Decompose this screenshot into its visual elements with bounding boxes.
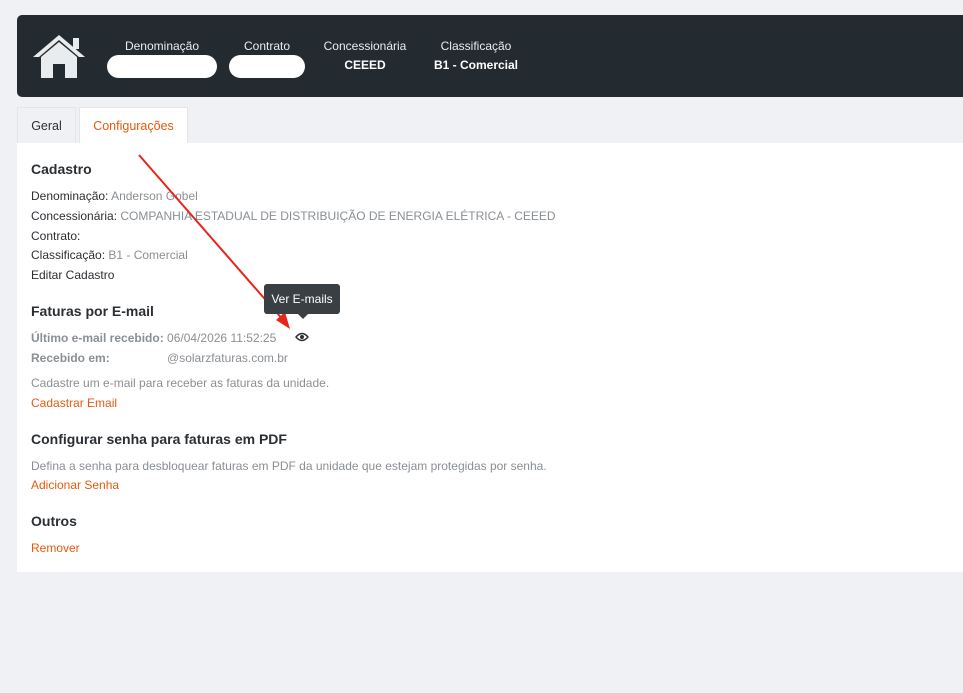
header-classificacao: Classificação B1 - Comercial [423, 39, 529, 72]
header-denominacao-label: Denominação [124, 39, 200, 53]
home-icon[interactable] [31, 33, 87, 79]
ver-emails-tooltip: Ver E-mails [264, 284, 340, 314]
header-denominacao-value [107, 55, 217, 78]
recebido-em-value: @solarzfaturas.com.br [167, 351, 288, 365]
header-classificacao-label: Classificação [440, 39, 512, 53]
config-panel: Cadastro Denominação: Anderson Gobel Con… [17, 143, 963, 572]
cadastrar-email-link[interactable]: Cadastrar Email [31, 396, 117, 410]
cadastro-classificacao: Classificação: B1 - Comercial [31, 248, 188, 262]
adicionar-senha-link[interactable]: Adicionar Senha [31, 478, 119, 492]
cadastro-denominacao-value: Anderson Gobel [111, 189, 198, 203]
recebido-em-row: Recebido em: @solarzfaturas.com.br [31, 351, 288, 365]
header-contrato-label: Contrato [243, 39, 291, 53]
remover-link[interactable]: Remover [31, 541, 80, 555]
tooltip-arrow [297, 313, 309, 319]
cadastro-denominacao-label: Denominação: [31, 189, 109, 203]
header-concessionaria-label: Concessionária [323, 39, 407, 53]
header-classificacao-value: B1 - Comercial [433, 58, 519, 72]
header-contrato: Contrato [229, 39, 305, 78]
senha-pdf-title: Configurar senha para faturas em PDF [31, 431, 287, 447]
edit-cadastro-link[interactable]: Editar Cadastro [31, 268, 114, 282]
header-concessionaria: Concessionária CEEED [317, 39, 413, 72]
header-contrato-value [229, 55, 305, 78]
faturas-email-title: Faturas por E-mail [31, 303, 154, 319]
unit-header: Denominação Contrato Concessionária CEEE… [17, 15, 963, 97]
cadastro-title: Cadastro [31, 161, 92, 177]
ultimo-email-label: Último e-mail recebido: [31, 331, 164, 345]
tab-geral[interactable]: Geral [17, 107, 76, 143]
cadastro-concessionaria-value: COMPANHIA ESTADUAL DE DISTRIBUIÇÃO DE EN… [120, 209, 556, 223]
cadastro-contrato: Contrato: [31, 229, 80, 243]
header-concessionaria-value: CEEED [344, 58, 386, 72]
faturas-email-description: Cadastre um e-mail para receber as fatur… [31, 376, 330, 390]
recebido-em-label: Recebido em: [31, 351, 110, 365]
cadastro-concessionaria: Concessionária: COMPANHIA ESTADUAL DE DI… [31, 209, 556, 223]
cadastro-contrato-label: Contrato: [31, 229, 81, 243]
tab-configuracoes[interactable]: Configurações [79, 107, 188, 143]
ultimo-email-value: 06/04/2026 11:52:25 [167, 331, 277, 345]
cadastro-denominacao: Denominação: Anderson Gobel [31, 189, 198, 203]
cadastro-classificacao-value: B1 - Comercial [108, 248, 188, 262]
header-denominacao: Denominação [107, 39, 217, 78]
outros-title: Outros [31, 513, 77, 529]
cadastro-classificacao-label: Classificação: [31, 248, 106, 262]
eye-icon[interactable] [295, 332, 309, 342]
ultimo-email-row: Último e-mail recebido: 06/04/2026 11:52… [31, 331, 276, 345]
senha-pdf-description: Defina a senha para desbloquear faturas … [31, 459, 547, 473]
cadastro-concessionaria-label: Concessionária: [31, 209, 118, 223]
